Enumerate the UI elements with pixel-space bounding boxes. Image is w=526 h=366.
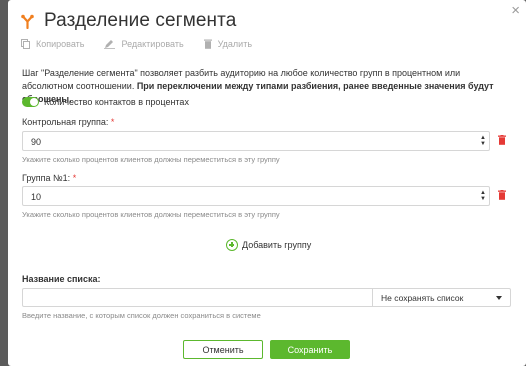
group-1-hint: Укажите сколько процентов клиентов должн… [22, 210, 280, 219]
group-1-input[interactable] [23, 188, 463, 206]
chevron-down-icon[interactable]: ▼ [480, 196, 486, 202]
copy-icon [21, 39, 30, 49]
cancel-button[interactable]: Отменить [183, 340, 263, 359]
group-1-field: ▲ ▼ [22, 186, 490, 206]
required-mark: * [72, 173, 77, 183]
close-icon[interactable]: × [511, 3, 520, 18]
add-group-button[interactable]: Добавить группу [226, 239, 311, 251]
copy-button[interactable]: Копировать [21, 39, 84, 49]
group-1-label: Группа №1: * [22, 173, 76, 183]
trash-icon [203, 39, 212, 49]
edit-button[interactable]: Редактировать [104, 39, 184, 49]
delete-label: Удалить [217, 39, 253, 49]
delete-button[interactable]: Удалить [203, 39, 253, 49]
percent-toggle[interactable] [22, 97, 39, 107]
control-group-field: ▲ ▼ [22, 131, 490, 151]
split-logo-icon [21, 14, 34, 29]
list-name-label: Название списка: [22, 274, 101, 284]
percent-toggle-row: Количество контактов в процентах [22, 97, 189, 107]
list-name-input[interactable] [23, 290, 372, 308]
list-name-field [22, 288, 373, 308]
group-1-label-text: Группа №1: [22, 173, 71, 183]
trash-icon[interactable] [498, 190, 506, 200]
control-group-hint: Укажите сколько процентов клиентов должн… [22, 155, 280, 164]
edit-label: Редактировать [121, 39, 184, 49]
chevron-down-icon[interactable]: ▼ [480, 141, 486, 147]
list-name-hint: Введите название, с которым список долже… [22, 311, 261, 320]
trash-icon[interactable] [498, 135, 506, 145]
list-save-select-value: Не сохранять список [381, 292, 464, 303]
copy-label: Копировать [36, 39, 85, 49]
control-group-label: Контрольная группа: * [22, 117, 114, 127]
number-stepper[interactable]: ▲ ▼ [480, 190, 486, 202]
plus-circle-icon [226, 239, 238, 251]
list-save-select[interactable]: Не сохранять список [372, 288, 511, 307]
number-stepper[interactable]: ▲ ▼ [480, 135, 486, 147]
add-group-label: Добавить группу [242, 240, 312, 250]
percent-toggle-label: Количество контактов в процентах [44, 97, 189, 107]
chevron-down-icon [496, 296, 502, 300]
required-mark: * [110, 117, 115, 127]
dialog-title: Разделение сегмента [44, 10, 237, 31]
toolbar: Копировать Редактировать Удалить [21, 39, 272, 49]
dialog-header: Разделение сегмента [21, 10, 236, 32]
control-group-label-text: Контрольная группа: [22, 117, 109, 127]
control-group-input[interactable] [23, 133, 463, 151]
split-segment-dialog: × Разделение сегмента Копировать Редакти… [8, 0, 526, 366]
edit-icon [104, 40, 116, 49]
save-button[interactable]: Сохранить [270, 340, 350, 359]
